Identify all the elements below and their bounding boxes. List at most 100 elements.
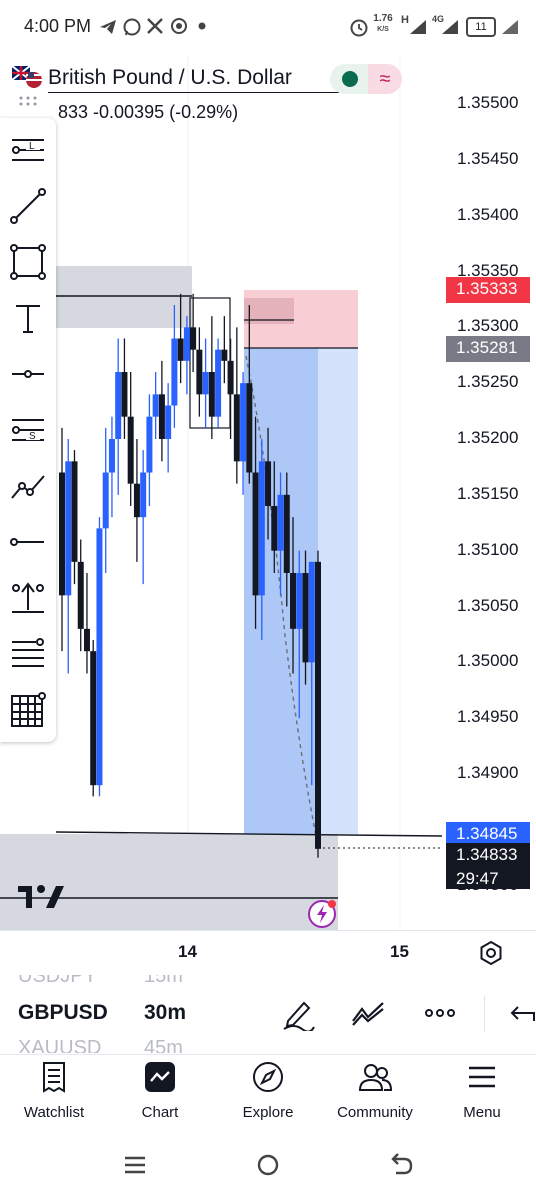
signal-icon (410, 20, 426, 34)
parallel-channel-icon[interactable] (6, 632, 50, 676)
signal-icon-2 (442, 20, 458, 34)
prev-interval[interactable]: 15m (144, 975, 183, 988)
candle-body (290, 573, 297, 629)
chart-settings-icon[interactable] (478, 940, 504, 966)
candle-body (146, 416, 153, 473)
nav-explore[interactable]: Explore (218, 1058, 318, 1130)
status-bar: 4:00 PM 1.76 K/S H 4G 11 (0, 0, 536, 56)
price-badge-value: 1.35333 (456, 279, 518, 299)
price-badge: 1.35281 (446, 335, 530, 362)
polyline-icon[interactable] (6, 464, 50, 508)
chrome-icon (171, 18, 187, 34)
candle-body (190, 327, 197, 350)
symbol-bar[interactable]: USDJPY 15m GBPUSD 30m XAUUSD 45m (0, 975, 536, 1053)
price-tick-label: 1.35050 (457, 595, 519, 615)
candle-body (140, 472, 147, 518)
prev-symbol[interactable]: USDJPY (18, 975, 97, 988)
indicators-icon[interactable] (350, 995, 386, 1031)
take-profit-zone-projected (318, 348, 358, 834)
candle-body (96, 528, 103, 786)
nav-community[interactable]: Community (325, 1058, 425, 1130)
grid-icon[interactable] (6, 688, 50, 732)
symbol-title[interactable]: British Pound / U.S. Dollar (48, 66, 292, 90)
current-symbol[interactable]: GBPUSD (18, 1001, 108, 1025)
more-options-icon[interactable] (422, 995, 458, 1031)
time-axis[interactable] (0, 930, 536, 975)
supply-zone[interactable] (56, 266, 192, 328)
candle-body (296, 573, 303, 629)
drag-handle-icon[interactable] (18, 96, 38, 106)
menu-icon (469, 1066, 495, 1088)
current-interval[interactable]: 30m (144, 1001, 186, 1025)
ray-icon[interactable] (6, 520, 50, 564)
nav-chart[interactable]: Chart (110, 1058, 210, 1130)
candle-body (158, 394, 165, 440)
trend-line-icon[interactable] (6, 184, 50, 228)
candle-body (221, 349, 228, 361)
demand-zone[interactable] (0, 834, 338, 932)
price-badge-value: 1.35281 (456, 337, 518, 357)
dot-icon (198, 22, 206, 30)
horizontal-lines-L-icon[interactable]: L (6, 128, 50, 172)
lightning-alert-icon[interactable] (306, 898, 338, 930)
candle-body (308, 561, 315, 663)
chart-icon (145, 1062, 175, 1092)
drawing-toolbar[interactable]: L S (0, 96, 56, 742)
next-interval[interactable]: 45m (144, 1037, 183, 1053)
price-tick-label: 1.35300 (457, 316, 519, 336)
candle-body (133, 483, 140, 518)
community-icon (358, 1064, 392, 1091)
horizontal-lines-S-icon[interactable]: S (6, 408, 50, 452)
home-icon[interactable] (253, 1150, 283, 1180)
wifi-signal-icon (502, 20, 518, 34)
price-change: 833 -0.00395 (-0.29%) (58, 102, 239, 122)
candle-body (102, 472, 109, 529)
candle-body (121, 372, 128, 417)
candle-body (90, 651, 97, 786)
candle-body (177, 338, 184, 361)
horizontal-ray-icon[interactable] (6, 352, 50, 396)
telegram-icon (100, 20, 116, 34)
candle-body (227, 360, 234, 395)
price-tick-label: 1.35100 (457, 539, 519, 559)
price-tick-label: 1.35250 (457, 372, 519, 392)
undo-icon[interactable] (504, 995, 536, 1031)
next-symbol[interactable]: XAUUSD (18, 1037, 101, 1053)
compass-icon (253, 1062, 283, 1092)
rectangle-icon[interactable] (6, 240, 50, 284)
price-tick-label: 1.35200 (457, 428, 519, 447)
price-badge: 1.35333 (446, 277, 530, 304)
candle-body (233, 394, 240, 462)
chart-area[interactable]: British Pound / U.S. Dollar ≈ 833 -0.003… (0, 56, 536, 932)
text-tool-icon[interactable] (6, 296, 50, 340)
candle-body (246, 383, 253, 473)
whatsapp-icon (123, 18, 141, 36)
price-tick-label: 1.35150 (457, 483, 519, 503)
data-rate-value: 1.76 (373, 13, 393, 24)
battery-level: 11 (475, 21, 487, 33)
watchlist-icon (43, 1062, 65, 1093)
nav-watchlist[interactable]: Watchlist (4, 1058, 104, 1130)
nav-community-label: Community (337, 1104, 413, 1121)
candle-body (152, 394, 159, 417)
candle-body (271, 506, 278, 551)
back-icon[interactable] (386, 1150, 416, 1180)
nav-menu-label: Menu (463, 1104, 501, 1121)
pencil-drawing-icon[interactable] (280, 995, 316, 1031)
battery-icon: 11 (466, 17, 496, 37)
price-badge-value: 1.34833 (456, 844, 518, 864)
tradingview-logo-icon (18, 885, 64, 908)
nav-menu[interactable]: Menu (432, 1058, 532, 1130)
wave-badge[interactable]: ≈ (368, 64, 402, 94)
candle-body (215, 349, 222, 417)
candle-body (171, 338, 178, 406)
price-tick-label: 1.35000 (457, 651, 519, 671)
candle-body (283, 494, 290, 574)
nav-watchlist-label: Watchlist (23, 1104, 85, 1121)
arrow-marker-icon[interactable] (6, 576, 50, 620)
nav-chart-label: Chart (141, 1104, 179, 1121)
svg-text:L: L (29, 141, 35, 152)
candle-body (127, 416, 134, 484)
candlestick-chart[interactable] (0, 56, 536, 932)
recent-apps-icon[interactable] (120, 1150, 150, 1180)
